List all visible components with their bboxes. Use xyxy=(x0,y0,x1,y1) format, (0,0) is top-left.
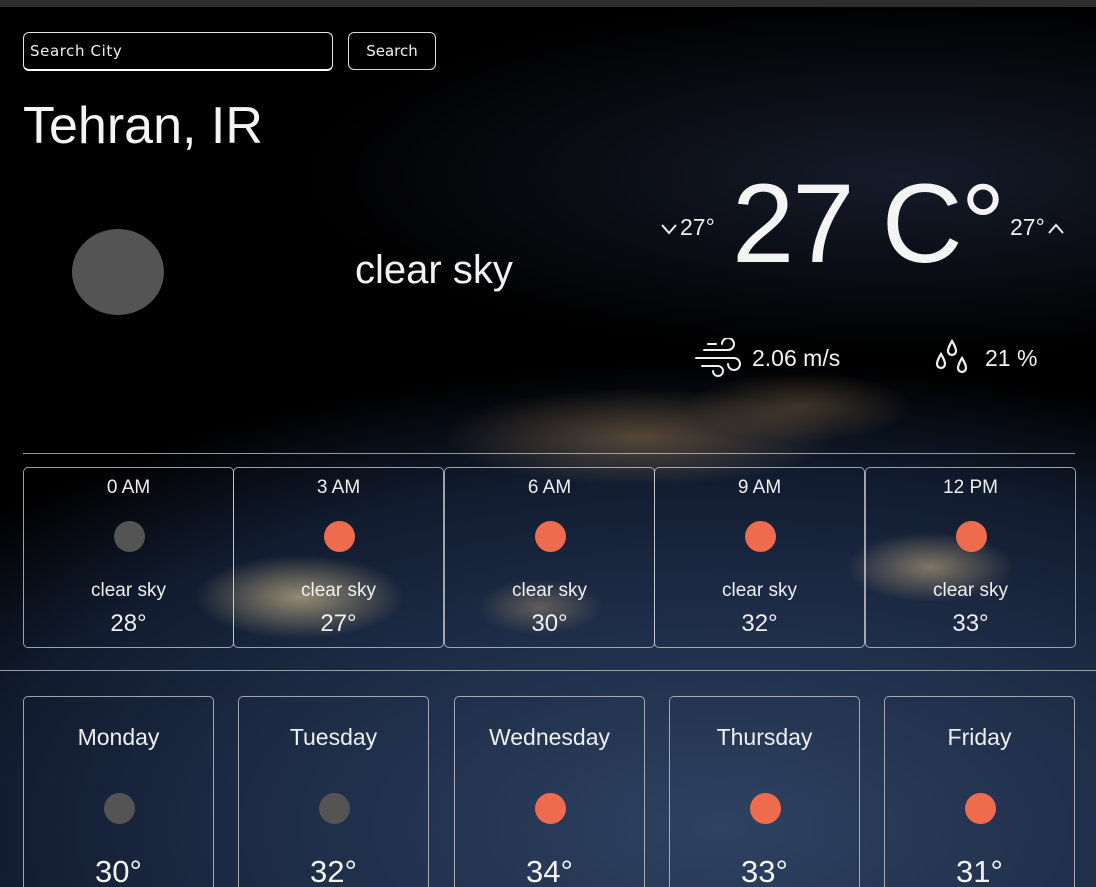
current-temperature: 27 C° xyxy=(732,161,1005,286)
hour-condition: clear sky xyxy=(512,580,587,601)
moon-icon xyxy=(103,793,135,824)
daily-card: Thursday 33° xyxy=(669,696,860,887)
day-temperature: 33° xyxy=(741,854,788,887)
day-temperature: 31° xyxy=(956,854,1003,887)
day-name: Friday xyxy=(947,724,1012,750)
hourly-card: 12 PM clear sky 33° xyxy=(865,467,1076,648)
moon-icon xyxy=(318,793,350,824)
wind-icon xyxy=(695,338,741,377)
sun-icon xyxy=(534,521,566,552)
hourly-card: 9 AM clear sky 32° xyxy=(654,467,865,648)
moon-icon xyxy=(113,521,145,552)
hourly-forecast: 0 AM clear sky 28° 3 AM clear sky 27° 6 … xyxy=(23,467,1076,648)
sun-icon xyxy=(534,793,566,824)
hour-time: 12 PM xyxy=(943,477,998,498)
chevron-up-icon xyxy=(1048,223,1064,234)
hour-time: 9 AM xyxy=(737,477,782,498)
hour-condition: clear sky xyxy=(91,580,166,601)
sun-icon xyxy=(323,521,355,552)
city-name: Tehran, IR xyxy=(23,97,263,155)
hour-temperature: 32° xyxy=(741,610,778,637)
hour-temperature: 27° xyxy=(320,610,357,637)
hour-time: 0 AM xyxy=(106,477,151,498)
hour-temperature: 28° xyxy=(110,610,147,637)
temp-min-value: 27° xyxy=(680,214,715,240)
sun-icon xyxy=(955,521,987,552)
weather-page: Search Tehran, IR clear sky 27° 27 C° 27… xyxy=(0,0,1096,887)
temp-max: 27° xyxy=(1010,214,1065,241)
day-name: Thursday xyxy=(716,724,813,750)
day-temperature: 30° xyxy=(95,854,142,887)
temp-max-value: 27° xyxy=(1010,214,1045,240)
temp-min: 27° xyxy=(660,214,715,241)
sun-icon xyxy=(964,793,996,824)
search-city-input[interactable] xyxy=(23,32,333,71)
daily-card: Friday 31° xyxy=(884,696,1075,887)
sun-icon xyxy=(749,793,781,824)
current-condition: clear sky xyxy=(355,248,513,292)
hour-condition: clear sky xyxy=(722,580,797,601)
hour-condition: clear sky xyxy=(933,580,1008,601)
humidity-icon xyxy=(935,338,968,374)
hourly-card: 3 AM clear sky 27° xyxy=(233,467,444,648)
divider xyxy=(23,453,1075,454)
daily-forecast: Monday 30° Tuesday 32° Wednesday 34° Thu… xyxy=(23,696,1075,887)
sun-icon xyxy=(744,521,776,552)
day-temperature: 34° xyxy=(526,854,573,887)
chevron-down-icon xyxy=(661,224,677,235)
day-name: Tuesday xyxy=(289,724,378,750)
hour-time: 6 AM xyxy=(527,477,572,498)
humidity-value: 21 % xyxy=(985,345,1038,371)
weather-content: Search Tehran, IR clear sky 27° 27 C° 27… xyxy=(0,0,1096,887)
day-temperature: 32° xyxy=(310,854,357,887)
daily-card: Tuesday 32° xyxy=(238,696,429,887)
hour-temperature: 33° xyxy=(952,610,989,637)
hourly-card: 0 AM clear sky 28° xyxy=(23,467,234,648)
day-name: Monday xyxy=(77,724,160,750)
hour-temperature: 30° xyxy=(531,610,568,637)
hour-condition: clear sky xyxy=(301,580,376,601)
hour-time: 3 AM xyxy=(316,477,361,498)
divider xyxy=(0,670,1096,671)
day-name: Wednesday xyxy=(488,724,611,750)
daily-card: Monday 30° xyxy=(23,696,214,887)
moon-icon xyxy=(72,229,164,315)
wind-speed: 2.06 m/s xyxy=(752,345,841,371)
daily-card: Wednesday 34° xyxy=(454,696,645,887)
hourly-card: 6 AM clear sky 30° xyxy=(444,467,655,648)
search-button[interactable]: Search xyxy=(348,32,436,70)
